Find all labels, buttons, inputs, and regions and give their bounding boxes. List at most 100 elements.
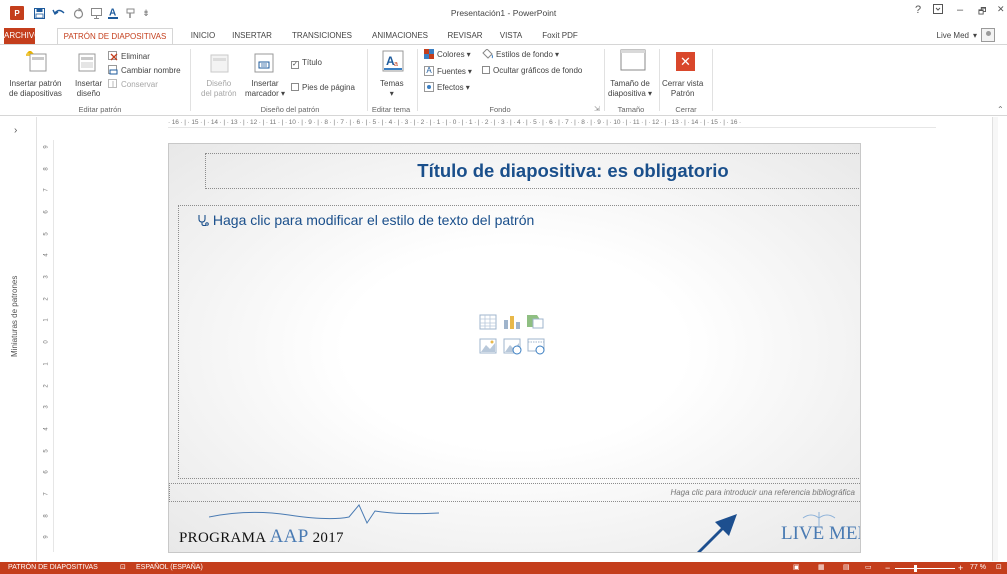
title-placeholder[interactable]: Título de diapositiva: es obligatorio [205,153,860,189]
footers-checkbox[interactable]: Pies de página [291,83,355,92]
normal-view-icon[interactable]: ▣ [793,562,800,574]
group-label-tamano: Tamaño [617,105,645,114]
tab-vista[interactable]: VISTA [493,28,529,44]
slide-show-view-icon[interactable]: ▭ [865,562,872,574]
vertical-ruler-label: 1 [43,318,50,322]
arrow-icon [697,514,737,552]
vertical-ruler-label: 1 [43,362,50,366]
group-separator [659,49,660,111]
spelling-icon[interactable]: ⊡ [120,562,126,574]
restore-button[interactable]: 🗗 [978,4,986,20]
vertical-ruler-label: 6 [43,210,50,214]
group-separator [712,49,713,111]
insert-layout-button[interactable]: Insertar diseño [75,79,102,99]
vertical-ruler-label: 5 [43,232,50,236]
reading-view-icon[interactable]: ▤ [843,562,850,574]
close-window-button[interactable]: ✕ [997,4,1005,15]
insert-smartart-icon[interactable] [527,315,544,329]
vertical-scrollbar[interactable] [992,117,998,561]
status-bar: PATRÓN DE DIAPOSITIVAS ⊡ ESPAÑOL (ESPAÑA… [0,562,1007,574]
zoom-out-button[interactable]: − [885,562,890,574]
insert-slide-master-button[interactable]: Insertar patrón de diapositivas [9,79,62,99]
slide-canvas[interactable]: Título de diapositiva: es obligatorio Ha… [168,143,861,553]
zoom-slider-handle[interactable] [914,565,917,572]
vertical-ruler-label: 3 [43,405,50,409]
pin-icon [108,79,117,88]
effects-icon [424,82,434,92]
paint-bucket-icon [482,49,493,59]
colors-dropdown[interactable]: Colores ▾ [424,49,471,59]
horizontal-ruler: · 16 · | · 15 · | · 14 · | · 13 · | · 12… [168,118,936,128]
insert-table-icon[interactable] [479,314,497,330]
tab-transiciones[interactable]: TRANSICIONES [284,28,360,44]
zoom-in-button[interactable]: + [958,562,963,574]
tab-inicio[interactable]: INICIO [185,28,221,44]
master-layout-icon[interactable] [209,53,231,75]
vertical-ruler-label: 3 [43,275,50,279]
tab-archivo[interactable]: ARCHIVO [4,28,40,44]
title-checkbox[interactable]: ✓ Título [291,58,322,69]
ribbon-tabs: ARCHIVO PATRÓN DE DIAPOSITIVAS INICIO IN… [0,28,1007,45]
preserve-button[interactable]: Conservar [108,79,158,89]
vertical-ruler-label: 6 [43,470,50,474]
svg-text:a: a [394,61,398,68]
minimize-button[interactable]: – [957,4,963,16]
colors-icon [424,49,434,59]
checkbox-checked-icon: ✓ [291,61,299,69]
rename-button[interactable]: Cambiar nombre [108,65,181,75]
tab-animaciones[interactable]: ANIMACIONES [364,28,436,44]
programa-aap-logo: PROGRAMA AAP 2017 [179,526,344,547]
insert-chart-icon[interactable] [504,316,520,329]
thumbnail-pane: › Miniaturas de patrones [0,117,37,561]
vertical-ruler-label: 7 [43,188,50,192]
fonts-dropdown[interactable]: A Fuentes ▾ [424,66,472,76]
insert-placeholder-button[interactable]: Insertar marcador ▾ [245,79,285,99]
avatar[interactable] [981,28,995,42]
insert-slide-master-icon[interactable] [26,51,48,73]
insert-online-picture-icon[interactable] [503,338,522,355]
help-icon[interactable]: ? [915,4,921,16]
hide-background-graphics-checkbox[interactable]: Ocultar gráficos de fondo [482,66,582,75]
master-layout-button[interactable]: Diseño del patrón [201,79,237,99]
view-status: PATRÓN DE DIAPOSITIVAS [8,564,98,571]
title-bar: P A ⇟ Presentación1 - PowerPoint ? – 🗗 ✕ [0,0,1007,27]
account-menu[interactable]: Live Med ▾ [937,28,995,42]
tab-foxit-pdf[interactable]: Foxit PDF [535,28,585,44]
group-separator [190,49,191,111]
dialog-launcher-icon[interactable]: ⇲ [594,105,600,113]
close-master-view-button[interactable]: Cerrar vista Patrón [662,79,703,99]
group-label-diseno-del-patron: Diseño del patrón [260,105,320,114]
insert-placeholder-icon[interactable] [253,52,275,74]
vertical-ruler-label: 7 [43,492,50,496]
vertical-ruler-label: 4 [43,427,50,431]
delete-button[interactable]: Eliminar [108,51,150,61]
collapse-ribbon-icon[interactable]: ⌃ [997,105,1004,114]
ribbon-display-icon[interactable] [933,4,943,17]
tab-patron-de-diapositivas[interactable]: PATRÓN DE DIAPOSITIVAS [57,28,173,45]
body-text: Haga clic para modificar el estilo de te… [197,212,534,228]
zoom-slider[interactable] [895,568,955,569]
insert-video-icon[interactable] [527,338,545,355]
themes-icon[interactable]: Aa [382,50,404,72]
background-styles-dropdown[interactable]: Estilos de fondo ▾ [482,49,559,59]
zoom-level[interactable]: 77 % [970,562,986,574]
expand-pane-icon[interactable]: › [14,125,17,136]
slide-size-icon[interactable] [620,49,646,73]
insert-layout-icon[interactable] [76,51,98,73]
themes-button[interactable]: Temas ▾ [380,79,404,99]
group-separator [604,49,605,111]
tab-revisar[interactable]: REVISAR [441,28,489,44]
live-med-logo: LIVE MED [781,523,860,544]
slide-sorter-view-icon[interactable]: ▦ [818,562,825,574]
footer-placeholder[interactable]: Haga clic para introducir una referencia… [169,483,860,502]
fit-to-window-icon[interactable]: ⊡ [996,562,1002,574]
effects-dropdown[interactable]: Efectos ▾ [424,82,470,92]
language-status[interactable]: ESPAÑOL (ESPAÑA) [136,562,203,574]
close-master-view-icon[interactable]: ✕ [676,52,695,71]
insert-picture-icon[interactable] [479,338,497,354]
group-label-editar-tema: Editar tema [371,105,411,114]
tab-insertar[interactable]: INSERTAR [228,28,276,44]
checkbox-unchecked-icon [482,66,490,74]
rename-icon [108,65,118,75]
slide-size-button[interactable]: Tamaño de diapositiva ▾ [608,79,652,99]
